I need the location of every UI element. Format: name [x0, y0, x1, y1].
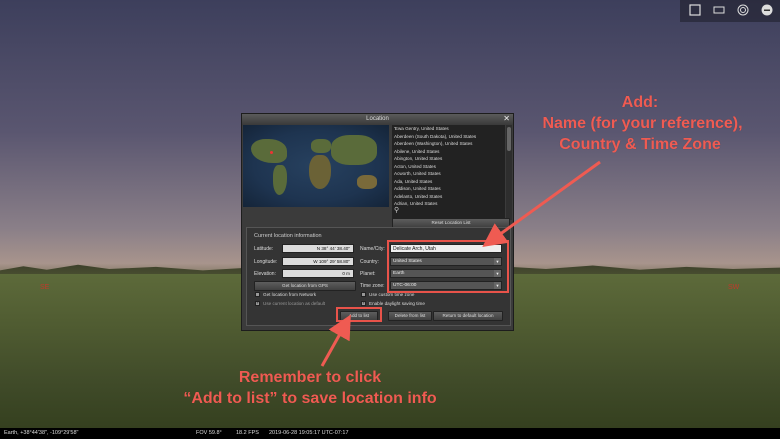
status-bar: Earth, +38°44'38", -109°29'58" FOV 59.8°…: [0, 428, 780, 439]
longitude-field[interactable]: W 109° 29' 58.80": [282, 257, 354, 266]
status-location: Earth, +38°44'38", -109°29'58": [4, 430, 79, 436]
status-fps: 18.2 FPS: [236, 430, 259, 436]
list-item[interactable]: Abilene, United States: [392, 148, 505, 156]
africa-shape: [309, 155, 331, 189]
search-icon[interactable]: ⚲: [394, 206, 399, 214]
timezone-label: Time zone:: [360, 283, 385, 289]
status-datetime: 2019-06-28 19:05:17 UTC-07:17: [269, 430, 349, 436]
top-toolbar: [680, 0, 780, 22]
return-default-location-button[interactable]: Return to default location: [433, 311, 503, 321]
rectangle-icon[interactable]: [712, 4, 726, 18]
list-item[interactable]: Abington, United States: [392, 155, 505, 163]
delete-from-list-button[interactable]: Delete from list: [388, 311, 432, 321]
dialog-titlebar[interactable]: Location ✕: [242, 114, 513, 124]
longitude-label: Longitude:: [254, 259, 278, 265]
annotation-country-line: Country & Time Zone: [559, 136, 721, 153]
get-location-gps-button[interactable]: Get location from GPS: [254, 281, 356, 291]
location-list[interactable]: 'Ewa Gentry, United States Aberdeen (Sou…: [392, 125, 505, 220]
list-item[interactable]: Adrian, United States: [392, 200, 505, 208]
close-icon[interactable]: ✕: [503, 114, 510, 124]
annotation-add-heading: Add:: [621, 94, 659, 111]
list-item[interactable]: Aberdeen (South Dakota), United States: [392, 133, 505, 141]
australia-shape: [357, 175, 377, 189]
cardinal-sw: SW: [728, 284, 740, 291]
custom-timezone-checkbox[interactable]: [361, 292, 366, 297]
country-label: Country:: [360, 259, 379, 265]
cardinal-se: SE: [40, 284, 50, 291]
list-item[interactable]: Aberdeen (Washington), United States: [392, 140, 505, 148]
north-america-shape: [251, 139, 287, 163]
list-item[interactable]: Acworth, United States: [392, 170, 505, 178]
south-america-shape: [273, 165, 287, 195]
list-item[interactable]: 'Ewa Gentry, United States: [392, 125, 505, 133]
daylight-saving-checkbox-label: Enable daylight saving time: [369, 301, 425, 306]
list-scrollbar[interactable]: [506, 125, 512, 220]
dialog-title: Location: [366, 116, 389, 122]
default-location-checkbox-label: Use current location as default: [263, 301, 326, 306]
section-title: Current location information: [254, 233, 322, 239]
elevation-field[interactable]: 0 m: [282, 269, 354, 278]
asia-shape: [331, 135, 377, 165]
world-map[interactable]: [243, 125, 389, 207]
list-item[interactable]: Acton, United States: [392, 163, 505, 171]
latitude-field[interactable]: N 38° 44' 38.40": [282, 244, 354, 253]
annotation-name-line: Name (for your reference),: [542, 115, 743, 132]
minimize-icon[interactable]: [760, 4, 774, 18]
default-location-checkbox[interactable]: [255, 300, 260, 306]
annotation-add-to-list-line: “Add to list” to save location info: [183, 390, 437, 407]
status-fov: FOV 59.8°: [196, 430, 222, 436]
network-checkbox[interactable]: [255, 292, 260, 297]
daylight-saving-checkbox[interactable]: [361, 300, 366, 306]
name-label: Name/City:: [360, 246, 385, 252]
elevation-label: Elevation:: [254, 271, 276, 277]
highlight-box-fields: [387, 240, 509, 293]
network-checkbox-label: Get location from Network: [263, 292, 317, 297]
latitude-label: Latitude:: [254, 246, 274, 252]
location-dialog: Location ✕ 'Ewa Gentry, United States Ab…: [241, 113, 514, 331]
list-item[interactable]: Adelanto, United States: [392, 193, 505, 201]
annotation-remember-line: Remember to click: [238, 369, 382, 386]
scrollbar-thumb[interactable]: [507, 127, 511, 151]
planet-label: Planet:: [360, 271, 376, 277]
highlight-box-add-button: [336, 307, 382, 322]
window-icon[interactable]: [688, 4, 702, 18]
location-marker: [270, 151, 273, 154]
list-item[interactable]: Addison, United States: [392, 185, 505, 193]
target-icon[interactable]: [736, 4, 750, 18]
list-item[interactable]: Ada, United States: [392, 178, 505, 186]
europe-shape: [311, 139, 331, 153]
